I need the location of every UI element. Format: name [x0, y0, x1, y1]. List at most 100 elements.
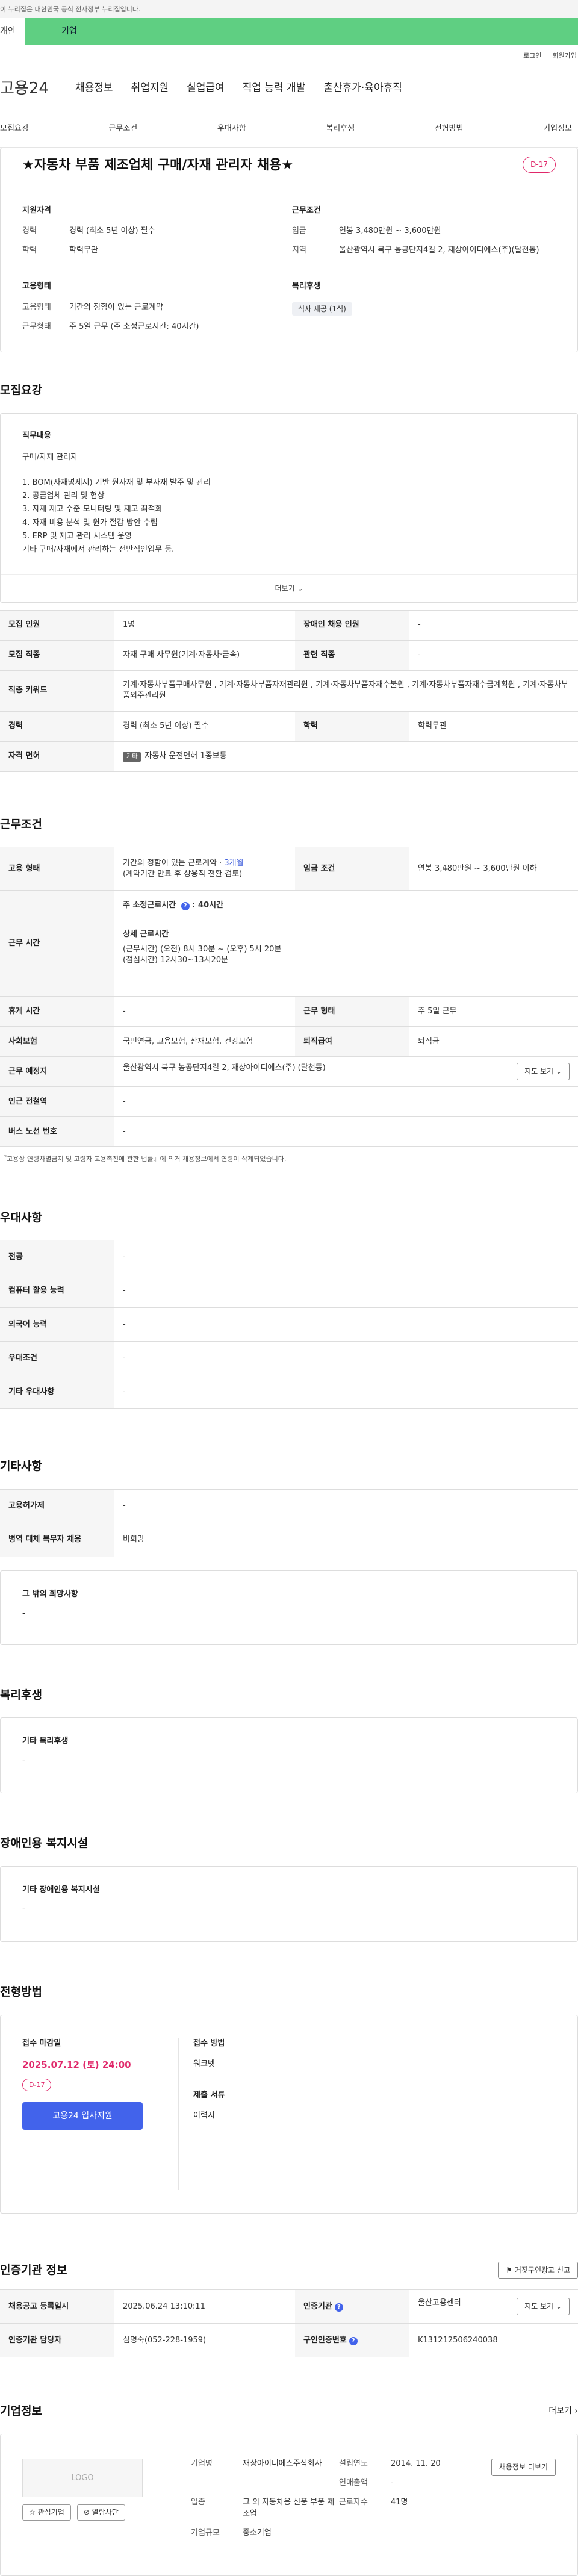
- work-location: 울산광역시 북구 농공단지4길 2, 재상아이디에스(주) (달천동): [123, 1063, 326, 1073]
- gnb-item-unemployment[interactable]: 실업급여: [187, 81, 225, 96]
- lnb-company[interactable]: 기업정보: [543, 123, 572, 134]
- table-label: 컴퓨터 활용 능력: [0, 1274, 114, 1308]
- value: 울산광역시 북구 농공단지4길 2, 재상아이디에스(주)(달천동): [339, 246, 539, 255]
- table-value: K131212506240038: [409, 2323, 578, 2358]
- value: 경력 (최소 5년 이상) 필수: [69, 226, 155, 235]
- global-nav: 고용24 채용정보 취업지원 실업급여 직업 능력 개발 출산휴가·육아휴직: [0, 66, 578, 111]
- site-logo[interactable]: 고용24: [0, 78, 63, 99]
- star-icon: ☆: [29, 2507, 36, 2516]
- info-icon[interactable]: ?: [181, 902, 190, 911]
- table-label: 외국어 능력: [0, 1307, 114, 1342]
- job-description-box: 직무내용 구매/자재 관리자 1. BOM(자재명세서) 기반 원자재 및 부자…: [0, 412, 578, 603]
- etc-title: 기타사항: [0, 1460, 42, 1473]
- lnb-recruit[interactable]: 모집요강: [0, 123, 29, 134]
- report-label: 거짓구인광고 신고: [514, 2265, 570, 2274]
- job-title: ★자동차 부품 제조업체 구매/자재 관리자 채용★: [22, 158, 294, 173]
- table-label: 모집 인원: [0, 609, 114, 641]
- section-nav: 모집요강 근무조건 우대사항 복리후생 전형방법 기업정보: [0, 111, 578, 148]
- desc-line: 3. 자재 재고 수준 모니터링 및 재고 최적화: [22, 505, 163, 514]
- map-button[interactable]: 지도 보기 ⌄: [517, 2298, 570, 2316]
- map-button-label: 지도 보기: [524, 2302, 554, 2311]
- desc-line: 구매/자재 관리자: [22, 452, 78, 462]
- table-value: -: [114, 1489, 578, 1523]
- block-button[interactable]: ⊘ 열람차단: [76, 2504, 125, 2521]
- emp-heading: 고용형태: [22, 282, 51, 291]
- disabled-value: -: [22, 1905, 25, 1914]
- desc-heading: 직무내용: [22, 431, 51, 440]
- table-value: 기계·자동차부품구매사무원 , 기계·자동차부품자재관리원 , 기계·자동차부품…: [114, 670, 578, 712]
- table-value: -: [114, 1086, 578, 1118]
- tab-individual[interactable]: 개인: [0, 18, 25, 45]
- lnb-screen[interactable]: 전형방법: [435, 123, 464, 134]
- table-value: 1명: [114, 609, 295, 641]
- table-label: 고용허가제: [0, 1489, 114, 1523]
- gnb-item-training[interactable]: 직업 능력 개발: [243, 81, 306, 96]
- gnb-item-jobs[interactable]: 채용정보: [75, 81, 113, 96]
- emp-type: 기간의 정함이 있는 근로계약 ·: [123, 858, 225, 868]
- cond-heading: 근무조건: [292, 205, 321, 215]
- tab-business[interactable]: 기업: [25, 18, 578, 45]
- block-label: 열람차단: [92, 2507, 119, 2516]
- block-icon: ⊘: [83, 2507, 90, 2516]
- more-label: 더보기: [275, 583, 295, 593]
- docs-value: 이력서: [193, 2111, 215, 2121]
- apply-button[interactable]: 고용24 입사지원: [22, 2102, 143, 2130]
- table-value: 심명숙(052-228-1959): [114, 2323, 295, 2358]
- label: 고용형태: [22, 302, 51, 312]
- org-value: 울산고용센터: [418, 2298, 461, 2308]
- license-badge: 기타: [123, 752, 141, 762]
- gnb-item-leave[interactable]: 출산휴가·육아휴직: [323, 81, 402, 96]
- auth-title: 인증기관 정보: [0, 2263, 67, 2277]
- docs-heading: 제출 서류: [193, 2090, 225, 2100]
- benefit-value: -: [22, 1756, 25, 1766]
- table-value: 울산고용센터 지도 보기 ⌄: [409, 2289, 578, 2324]
- lnb-benefit[interactable]: 복리후생: [326, 123, 355, 134]
- signup-link[interactable]: 회원가입: [553, 51, 577, 60]
- value: [243, 2478, 339, 2489]
- table-value: 연봉 3,480만원 ~ 3,600만원 이하: [409, 847, 578, 891]
- table-value: -: [114, 1375, 578, 1410]
- table-value: 학력무관: [409, 711, 578, 742]
- report-button[interactable]: ⚑ 거짓구인광고 신고: [498, 2261, 578, 2279]
- favorite-button[interactable]: ☆ 관심기업: [22, 2504, 71, 2521]
- table-value: 주 소정근로시간 ? : 40시간 상세 근로시간 (근무시간) (오전) 8시…: [114, 890, 578, 997]
- table-value: -: [409, 609, 578, 641]
- gnb-item-employment-support[interactable]: 취업지원: [131, 81, 169, 96]
- company-more-link[interactable]: 더보기 ›: [548, 2406, 578, 2418]
- emp-type-note: (계약기간 만료 후 상용직 전환 검토): [123, 869, 243, 879]
- value: 주 5일 근무 (주 소정근로시간: 40시간): [69, 322, 199, 331]
- lnb-work[interactable]: 근무조건: [108, 123, 137, 134]
- dday-badge: D-17: [523, 157, 556, 173]
- weekly-hours-label: 주 소정근로시간: [123, 901, 176, 910]
- report-icon: ⚑: [506, 2265, 513, 2274]
- login-link[interactable]: 로그인: [523, 51, 541, 60]
- etc-table: 고용허가제 - 병역 대체 복무자 채용 비희망: [0, 1489, 578, 1557]
- map-button[interactable]: 지도 보기 ⌄: [517, 1063, 570, 1081]
- table-label: 자격 면허: [0, 741, 114, 772]
- screen-title: 전형방법: [0, 1985, 42, 1999]
- info-icon[interactable]: ?: [349, 2336, 358, 2345]
- table-label: 근무 형태: [295, 996, 409, 1027]
- map-button-label: 지도 보기: [524, 1067, 554, 1076]
- qual-heading: 지원자격: [22, 205, 51, 215]
- lnb-prefer[interactable]: 우대사항: [217, 123, 246, 134]
- method-value: 워크넷: [193, 2059, 215, 2068]
- table-value: -: [114, 1240, 578, 1275]
- table-value: -: [114, 996, 295, 1027]
- table-label: 장애인 채용 인원: [295, 609, 409, 641]
- label: 연매출액: [339, 2478, 368, 2488]
- company-logo: LOGO: [22, 2458, 143, 2497]
- license-value: 자동차 운전면허 1종보통: [144, 751, 227, 761]
- chevron-right-icon: ›: [574, 2406, 578, 2416]
- table-label: 근무 예정지: [0, 1056, 114, 1087]
- table-label: 모집 직종: [0, 639, 114, 671]
- info-icon[interactable]: ?: [334, 2303, 343, 2312]
- detail-hours-heading: 상세 근로시간: [123, 930, 169, 939]
- table-label: 인증기관 담당자: [0, 2323, 114, 2358]
- more-button[interactable]: 더보기 ⌄: [1, 574, 577, 602]
- label: 임금: [292, 226, 306, 235]
- label: 근로자수: [339, 2498, 368, 2507]
- apply-box: 접수 마감일 2025.07.12 (토) 24:00 D-17 고용24 입사…: [0, 2014, 578, 2214]
- table-value: -: [409, 639, 578, 671]
- more-jobs-button[interactable]: 채용정보 더보기: [491, 2458, 556, 2476]
